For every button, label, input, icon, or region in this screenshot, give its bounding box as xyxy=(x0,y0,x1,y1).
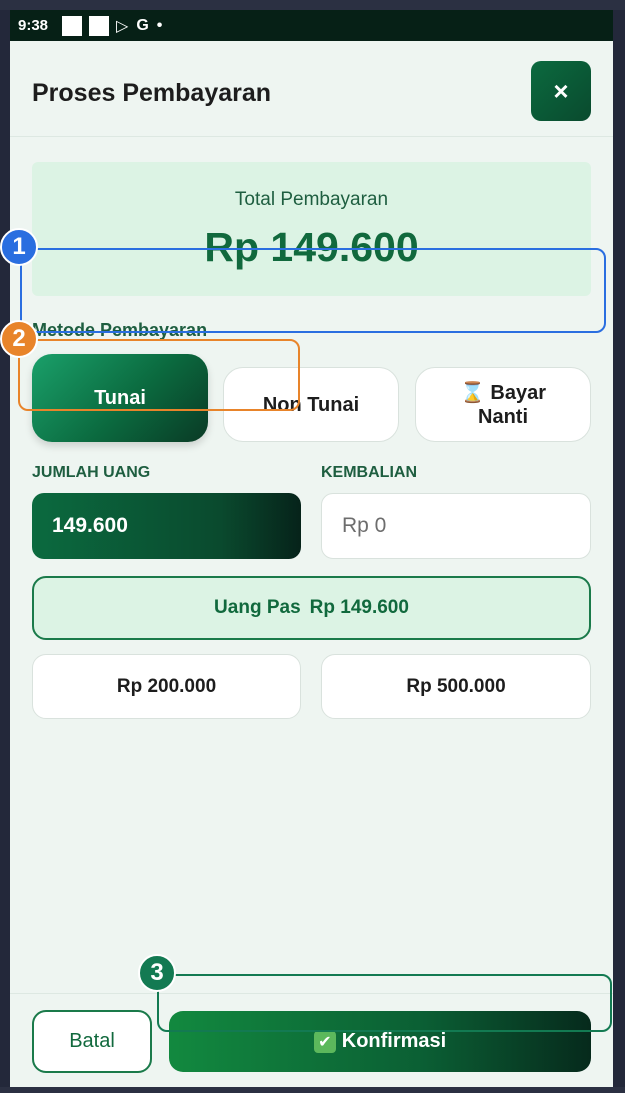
annotation-badge-3: 3 xyxy=(138,954,176,992)
quick-amount-label: Rp 200.000 xyxy=(116,675,217,697)
method-non-cash-button[interactable]: Non Tunai xyxy=(223,367,399,442)
total-payment-card: Total Pembayaran Rp 149.600 xyxy=(32,162,591,296)
payment-screen: Proses Pembayaran × Total Pembayaran Rp … xyxy=(10,41,613,1087)
amount-label: JUMLAH UANG xyxy=(32,464,151,481)
change-field: Rp 0 xyxy=(321,493,591,559)
total-label: Total Pembayaran xyxy=(234,189,389,210)
header: Proses Pembayaran × xyxy=(10,41,613,137)
confirm-button[interactable]: ✔ Konfirmasi xyxy=(169,1011,591,1072)
cancel-label: Batal xyxy=(69,1030,115,1052)
status-time: 9:38 xyxy=(18,17,49,34)
method-non-cash-label: Non Tunai xyxy=(262,393,360,416)
total-amount: Rp 149.600 xyxy=(204,224,419,270)
quick-amount-label: Rp 500.000 xyxy=(406,675,506,697)
close-icon: × xyxy=(553,75,569,106)
change-label: KEMBALIAN xyxy=(321,464,417,481)
page-title: Proses Pembayaran xyxy=(32,79,272,107)
exact-amount-value: Rp 149.600 xyxy=(309,597,409,618)
exact-amount-button[interactable]: Uang Pas Rp 149.600 xyxy=(32,576,591,640)
annotation-badge-1: 1 xyxy=(0,228,38,266)
cash-amount-input[interactable]: 149.600 xyxy=(32,493,301,559)
quick-amount-button[interactable]: Rp 500.000 xyxy=(321,654,591,719)
cash-amount-value: 149.600 xyxy=(52,514,128,537)
annotation-badge-2: 2 xyxy=(0,320,38,358)
dot-icon: • xyxy=(156,16,163,34)
method-pay-later-label: ⌛ Bayar Nanti xyxy=(459,381,547,428)
method-pay-later-button[interactable]: ⌛ Bayar Nanti xyxy=(415,367,591,442)
notification-square-icon xyxy=(89,15,110,36)
confirm-label: Konfirmasi xyxy=(341,1030,447,1052)
device-bottom-frame xyxy=(0,1087,625,1093)
google-icon: G xyxy=(136,16,149,34)
method-cash-button[interactable]: Tunai xyxy=(32,354,208,442)
status-bar: 9:38 ▷ G • xyxy=(10,10,613,41)
device-top-frame xyxy=(0,0,625,10)
cancel-button[interactable]: Batal xyxy=(32,1010,152,1073)
method-cash-label: Tunai xyxy=(94,387,146,409)
play-store-icon: ▷ xyxy=(116,17,129,35)
close-button[interactable]: × xyxy=(531,61,591,121)
payment-method-label: Metode Pembayaran xyxy=(32,320,208,340)
change-value: Rp 0 xyxy=(342,514,387,537)
exact-amount-label: Uang Pas xyxy=(214,597,301,618)
check-icon: ✔ xyxy=(313,1030,336,1053)
quick-amount-button[interactable]: Rp 200.000 xyxy=(32,654,301,719)
notification-square-icon xyxy=(62,15,83,36)
